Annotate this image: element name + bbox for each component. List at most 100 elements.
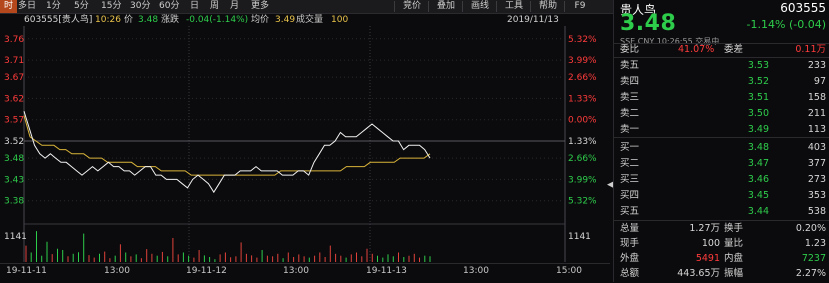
bid-price: 3.45: [747, 190, 769, 201]
stat-value: 0.20%: [795, 223, 826, 234]
overlay-button[interactable]: 叠加: [431, 0, 461, 13]
last-price: 3.48: [620, 11, 677, 36]
change-value: -0.04(-1.14%): [186, 15, 249, 25]
toolbar-divider: [530, 1, 531, 12]
y-tick-label: 3.57: [4, 116, 24, 126]
bid-volume: 377: [807, 158, 826, 169]
diff-value: 0.11万: [795, 44, 826, 55]
y-tick-label-pct: 3.99%: [568, 56, 597, 66]
tab-multi-day[interactable]: 多日: [14, 0, 40, 13]
y-tick-label-pct: 1.33%: [568, 137, 597, 147]
y-tick-label-pct: 5.32%: [568, 35, 597, 45]
toolbar-divider: [394, 1, 395, 12]
y-tick-label-pct: 1.33%: [568, 94, 597, 104]
volume-axis-label: 1141: [4, 232, 27, 242]
stat-value: 7237: [801, 253, 826, 264]
bid-volume: 538: [807, 206, 826, 217]
x-axis-label: 13:00: [283, 266, 309, 276]
y-tick-label-pct: 2.66%: [568, 73, 597, 83]
order-ratio-row: 委比 41.07% 委差 0.11万: [614, 43, 829, 57]
auction-button[interactable]: 竞价: [397, 0, 427, 13]
stat-value: 1.27万: [689, 223, 720, 234]
ask-price: 3.53: [747, 60, 769, 71]
change-label: 涨跌: [161, 15, 180, 25]
tab-day[interactable]: 日: [186, 0, 203, 13]
divider: [614, 220, 829, 221]
quote-panel: 贵人鸟 603555 3.48 -1.14% (-0.04) SSE CNY 1…: [613, 0, 829, 282]
bid-row[interactable]: 买四 3.45 353: [614, 188, 829, 203]
bid-volume: 403: [807, 142, 826, 153]
tab-30min[interactable]: 30分: [126, 0, 154, 13]
tab-60min[interactable]: 60分: [155, 0, 183, 13]
bid-volume: 273: [807, 174, 826, 185]
stat-label: 外盘: [620, 253, 640, 264]
bid-row[interactable]: 买一 3.48 403: [614, 140, 829, 155]
stat-label: 总量: [620, 223, 640, 234]
x-axis-label: 19-11-12: [186, 266, 227, 276]
bid-row[interactable]: 买五 3.44 538: [614, 204, 829, 219]
stats-row: 总量 1.27万 换手 0.20%: [614, 222, 829, 236]
x-axis-label: 13:00: [463, 266, 489, 276]
price-change: -1.14% (-0.04): [746, 18, 826, 31]
help-button[interactable]: 帮助: [533, 0, 563, 13]
ask-price: 3.50: [747, 108, 769, 119]
price-value: 3.48: [138, 15, 159, 25]
intraday-chart[interactable]: 3.76 3.71 3.67 3.62 3.57 3.52 3.48 3.43 3.38 1141…: [0, 26, 610, 270]
y-tick-label: 3.48: [4, 154, 24, 164]
avg-label: 均价: [251, 15, 270, 25]
average-price-line: [23, 115, 431, 176]
bid-level-label: 买五: [620, 206, 640, 217]
tools-button[interactable]: 工具: [499, 0, 529, 13]
stat-value: 100: [701, 238, 720, 249]
y-tick-label-pct: 2.66%: [568, 154, 597, 164]
bid-price: 3.48: [747, 142, 769, 153]
ask-row[interactable]: 卖三 3.51 158: [614, 90, 829, 105]
bid-level-label: 买一: [620, 142, 640, 153]
y-tick-label: 3.38: [4, 197, 24, 207]
tab-month[interactable]: 月: [226, 0, 243, 13]
ask-row[interactable]: 卖四 3.52 97: [614, 74, 829, 89]
bid-price: 3.46: [747, 174, 769, 185]
ask-row[interactable]: 卖一 3.49 113: [614, 122, 829, 137]
quote-bar: 603555[贵人鸟] 10:26 价 3.48 涨跌 -0.04(-1.14%…: [0, 14, 595, 26]
toolbar-divider: [462, 1, 463, 12]
y-tick-label: 3.62: [4, 94, 24, 104]
ask-level-label: 卖二: [620, 108, 640, 119]
toolbar-divider: [496, 1, 497, 12]
stat-label: 振幅: [724, 268, 744, 279]
y-tick-label-pct: 3.99%: [568, 175, 597, 185]
tab-more[interactable]: 更多: [247, 0, 273, 13]
x-axis: 19-11-11 13:00 19-11-12 13:00 19-11-13 1…: [0, 263, 610, 283]
stats-row: 外盘 5491 内盘 7237: [614, 252, 829, 266]
y-tick-label-pct: 0.00%: [568, 116, 597, 126]
tab-1min[interactable]: 1分: [42, 0, 65, 13]
tab-15min[interactable]: 15分: [97, 0, 125, 13]
toolbar-divider: [564, 1, 565, 12]
ask-row[interactable]: 卖二 3.50 211: [614, 106, 829, 121]
ask-price: 3.49: [747, 124, 769, 135]
tab-5min[interactable]: 5分: [70, 0, 93, 13]
volume-value: 100: [331, 15, 349, 25]
bid-level-label: 买四: [620, 190, 640, 201]
quote-time: 10:26: [95, 15, 121, 25]
ask-volume: 113: [807, 124, 826, 135]
draw-line-button[interactable]: 画线: [465, 0, 495, 13]
stat-value: 2.27%: [795, 268, 826, 279]
y-tick-label: 3.76: [4, 35, 24, 45]
x-axis-label: 13:00: [104, 266, 130, 276]
ask-level-label: 卖一: [620, 124, 640, 135]
ask-level-label: 卖四: [620, 76, 640, 87]
ask-level-label: 卖五: [620, 60, 640, 71]
y-tick-label: 3.52: [4, 137, 24, 147]
bid-row[interactable]: 买二 3.47 377: [614, 156, 829, 171]
divider: [614, 137, 829, 138]
y-tick-label: 3.43: [4, 175, 24, 185]
ask-level-label: 卖三: [620, 92, 640, 103]
bid-level-label: 买三: [620, 174, 640, 185]
avg-value: 3.49: [275, 15, 296, 25]
bid-row[interactable]: 买三 3.46 273: [614, 172, 829, 187]
tab-week[interactable]: 周: [206, 0, 223, 13]
stat-label: 现手: [620, 238, 640, 249]
ask-row[interactable]: 卖五 3.53 233: [614, 58, 829, 73]
f9-button[interactable]: F9: [567, 0, 593, 13]
